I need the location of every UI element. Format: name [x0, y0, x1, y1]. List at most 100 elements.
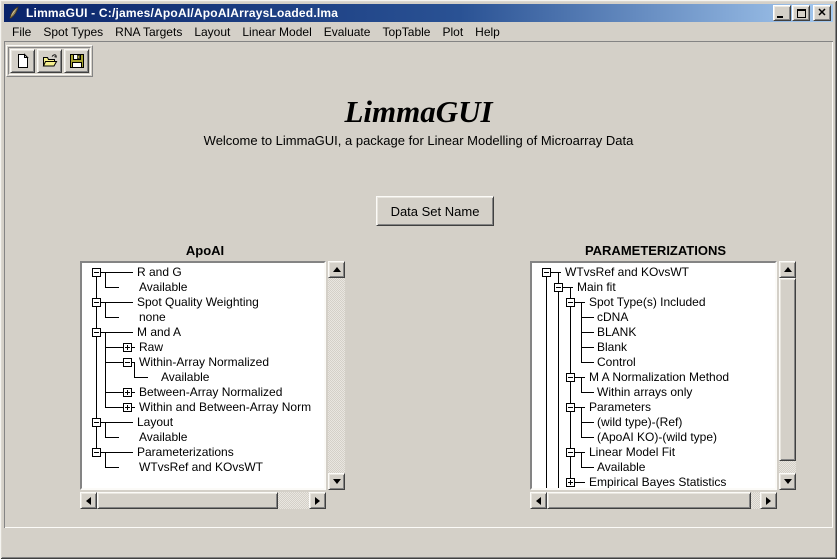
tree-connector-line [574, 377, 585, 378]
tree-connector-line [581, 437, 594, 438]
tree-connector-line [562, 287, 573, 288]
parameterizations-horizontal-scrollbar[interactable] [530, 492, 777, 509]
tree-expand-toggle[interactable] [123, 388, 132, 397]
close-button[interactable]: ✕ [813, 5, 831, 21]
arrow-left-icon [82, 497, 91, 505]
tree-item-label[interactable]: (wild type)-(Ref) [597, 414, 682, 430]
window-title: LimmaGUI - C:/james/ApoAI/ApoAIArraysLoa… [26, 6, 772, 20]
new-document-icon [15, 53, 31, 69]
tree-item-label[interactable]: Layout [137, 414, 173, 430]
parameterizations-vertical-scrollbar[interactable] [779, 261, 796, 490]
data-set-name-button[interactable]: Data Set Name [376, 196, 494, 226]
scroll-up-button[interactable] [328, 261, 345, 278]
tree-collapse-toggle[interactable] [566, 298, 575, 307]
menu-item-spot-types[interactable]: Spot Types [37, 23, 109, 41]
title-bar[interactable]: LimmaGUI - C:/james/ApoAI/ApoAIArraysLoa… [4, 4, 833, 22]
tree-item-label[interactable]: Within arrays only [597, 384, 692, 400]
tree-connector-line [581, 422, 594, 423]
tree-item-label[interactable]: M and A [137, 324, 181, 340]
tree-item-label[interactable]: Control [597, 354, 636, 370]
tree-collapse-toggle[interactable] [566, 373, 575, 382]
tree-item-label[interactable]: Available [139, 279, 187, 295]
tree-collapse-toggle[interactable] [92, 268, 101, 277]
tree-item-label[interactable]: Available [161, 369, 209, 385]
tree-item-label[interactable]: (ApoAI KO)-(wild type) [597, 429, 717, 445]
tree-item-label[interactable]: cDNA [597, 309, 628, 325]
tree-item-label[interactable]: Linear Model Fit [589, 444, 675, 460]
tree-connector-line [105, 407, 123, 408]
menu-bar: FileSpot TypesRNA TargetsLayoutLinear Mo… [4, 22, 835, 41]
maximize-icon [797, 9, 806, 18]
tree-expand-toggle[interactable] [123, 343, 132, 352]
scrollbar-trough[interactable] [328, 261, 345, 490]
minimize-button[interactable] [773, 5, 791, 21]
menu-item-rna-targets[interactable]: RNA Targets [109, 23, 188, 41]
apoai-horizontal-scrollbar[interactable] [80, 492, 326, 509]
scroll-left-button[interactable] [80, 492, 97, 509]
tree-collapse-toggle[interactable] [123, 358, 132, 367]
arrow-right-icon [766, 497, 775, 505]
tree-collapse-toggle[interactable] [92, 298, 101, 307]
tree-item-label[interactable]: Parameterizations [137, 444, 234, 460]
scroll-down-button[interactable] [779, 473, 796, 490]
apoai-vertical-scrollbar[interactable] [328, 261, 345, 490]
menu-item-toptable[interactable]: TopTable [376, 23, 436, 41]
tree-item-label[interactable]: Empirical Bayes Statistics [589, 474, 726, 490]
tree-connector-line [134, 362, 135, 378]
menu-item-help[interactable]: Help [469, 23, 506, 41]
tree-item-label[interactable]: WTvsRef and KOvsWT [565, 264, 689, 280]
tree-item-label[interactable]: R and G [137, 264, 182, 280]
tree-item-label[interactable]: Within-Array Normalized [139, 354, 269, 370]
tree-apoai[interactable]: R and GAvailableSpot Quality Weightingno… [80, 261, 326, 490]
tree-item-label[interactable]: WTvsRef and KOvsWT [139, 459, 263, 475]
tree-item-label[interactable]: Raw [139, 339, 163, 355]
scrollbar-thumb[interactable] [97, 492, 278, 509]
maximize-button[interactable] [792, 5, 810, 21]
tree-connector-line [105, 332, 106, 408]
tree-connector-line [581, 347, 594, 348]
arrow-left-icon [532, 497, 541, 505]
scroll-left-button[interactable] [530, 492, 547, 509]
menu-item-linear-model[interactable]: Linear Model [236, 23, 317, 41]
tree-item-label[interactable]: Parameters [589, 399, 651, 415]
tree-expand-toggle[interactable] [123, 403, 132, 412]
tree-item-label[interactable]: none [139, 309, 166, 325]
tree-item-label[interactable]: BLANK [597, 324, 636, 340]
scrollbar-thumb[interactable] [779, 278, 796, 461]
tree-item-label[interactable]: Available [597, 459, 645, 475]
tree-parameterizations[interactable]: WTvsRef and KOvsWTMain fitSpot Type(s) I… [530, 261, 777, 490]
tree-connector-line [105, 437, 119, 438]
close-icon: ✕ [817, 8, 826, 18]
open-file-button[interactable] [37, 49, 62, 73]
tree-item-label[interactable]: Spot Type(s) Included [589, 294, 706, 310]
tree-collapse-toggle[interactable] [92, 418, 101, 427]
tree-item-label[interactable]: Spot Quality Weighting [137, 294, 259, 310]
tree-collapse-toggle[interactable] [92, 328, 101, 337]
tree-collapse-toggle[interactable] [554, 283, 563, 292]
save-file-button[interactable] [64, 49, 89, 73]
menu-item-evaluate[interactable]: Evaluate [318, 23, 377, 41]
new-file-button[interactable] [10, 49, 35, 73]
scroll-right-button[interactable] [760, 492, 777, 509]
toolbar [6, 45, 93, 77]
tree-item-label[interactable]: Between-Array Normalized [139, 384, 282, 400]
menu-item-plot[interactable]: Plot [436, 23, 469, 41]
tree-connector-line [105, 287, 119, 288]
menu-item-layout[interactable]: Layout [188, 23, 236, 41]
tree-item-label[interactable]: Available [139, 429, 187, 445]
tree-item-label[interactable]: Blank [597, 339, 627, 355]
tree-connector-line [546, 272, 547, 489]
scrollbar-thumb[interactable] [547, 492, 751, 509]
tree-expand-toggle[interactable] [566, 478, 575, 487]
tree-collapse-toggle[interactable] [566, 448, 575, 457]
scroll-right-button[interactable] [309, 492, 326, 509]
tree-collapse-toggle[interactable] [92, 448, 101, 457]
tree-collapse-toggle[interactable] [566, 403, 575, 412]
tree-collapse-toggle[interactable] [542, 268, 551, 277]
scroll-up-button[interactable] [779, 261, 796, 278]
scroll-down-button[interactable] [328, 473, 345, 490]
tree-item-label[interactable]: Main fit [577, 279, 616, 295]
menu-item-file[interactable]: File [6, 23, 37, 41]
tree-item-label[interactable]: M A Normalization Method [589, 369, 729, 385]
tree-item-label[interactable]: Within and Between-Array Norm [139, 399, 311, 415]
